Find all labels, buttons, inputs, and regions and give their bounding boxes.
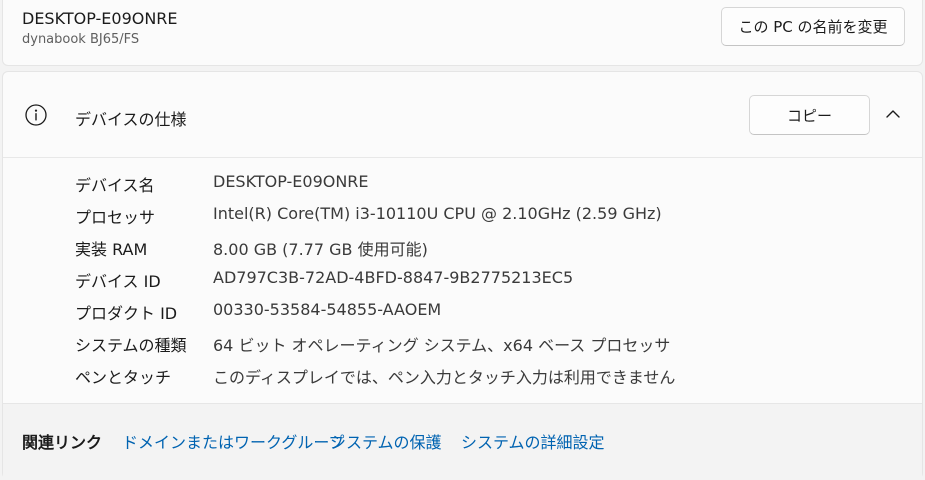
spec-label: デバイス名	[75, 176, 155, 195]
spec-row-device-id: デバイス ID AD797C3B-72AD-4BFD-8847-9B277521…	[3, 268, 922, 292]
spec-label: システムの種類	[75, 336, 187, 355]
device-name: DESKTOP-E09ONRE	[22, 9, 178, 28]
link-domain-workgroup[interactable]: ドメインまたはワークグループ	[122, 429, 344, 453]
spec-label: プロダクト ID	[75, 304, 178, 323]
device-model: dynabook BJ65/FS	[22, 32, 140, 47]
spec-label: 実装 RAM	[75, 240, 148, 259]
device-specs-card: デバイスの仕様 コピー デバイス名 DESKTOP-E09ONRE プロセッサ …	[2, 71, 923, 480]
device-specs-title: デバイスの仕様	[75, 110, 187, 129]
rename-pc-button[interactable]: この PC の名前を変更	[721, 7, 905, 46]
related-links-bar: 関連リンク ドメインまたはワークグループ システムの保護 システムの詳細設定	[3, 403, 922, 480]
device-card: DESKTOP-E09ONRE dynabook BJ65/FS この PC の…	[2, 0, 923, 66]
spec-value: AD797C3B-72AD-4BFD-8847-9B2775213EC5	[213, 268, 574, 287]
copy-button[interactable]: コピー	[749, 95, 870, 135]
spec-value: 00330-53584-54855-AAOEM	[213, 300, 442, 319]
related-links-title: 関連リンク	[22, 433, 103, 452]
spec-value: Intel(R) Core(TM) i3-10110U CPU @ 2.10GH…	[213, 204, 662, 223]
spec-value: 64 ビット オペレーティング システム、x64 ベース プロセッサ	[213, 336, 671, 355]
info-icon	[24, 103, 48, 127]
spec-row-product-id: プロダクト ID 00330-53584-54855-AAOEM	[3, 300, 922, 324]
chevron-up-icon[interactable]	[883, 104, 903, 124]
spec-row-ram: 実装 RAM 8.00 GB (7.77 GB 使用可能)	[3, 236, 922, 260]
spec-row-pen-touch: ペンとタッチ このディスプレイでは、ペン入力とタッチ入力は利用できません	[3, 364, 922, 388]
spec-value: DESKTOP-E09ONRE	[213, 172, 369, 191]
spec-row-system-type: システムの種類 64 ビット オペレーティング システム、x64 ベース プロセ…	[3, 332, 922, 356]
spec-label: プロセッサ	[75, 208, 156, 227]
spec-label: デバイス ID	[75, 272, 161, 291]
link-advanced-system-settings[interactable]: システムの詳細設定	[461, 429, 605, 453]
device-specs-header[interactable]: デバイスの仕様 コピー	[3, 72, 922, 158]
spec-value: このディスプレイでは、ペン入力とタッチ入力は利用できません	[213, 368, 676, 387]
spec-label: ペンとタッチ	[75, 368, 172, 387]
spec-row-processor: プロセッサ Intel(R) Core(TM) i3-10110U CPU @ …	[3, 204, 922, 228]
spec-value: 8.00 GB (7.77 GB 使用可能)	[213, 240, 428, 259]
spec-row-device-name: デバイス名 DESKTOP-E09ONRE	[3, 172, 922, 196]
link-system-protection[interactable]: システムの保護	[330, 429, 442, 453]
